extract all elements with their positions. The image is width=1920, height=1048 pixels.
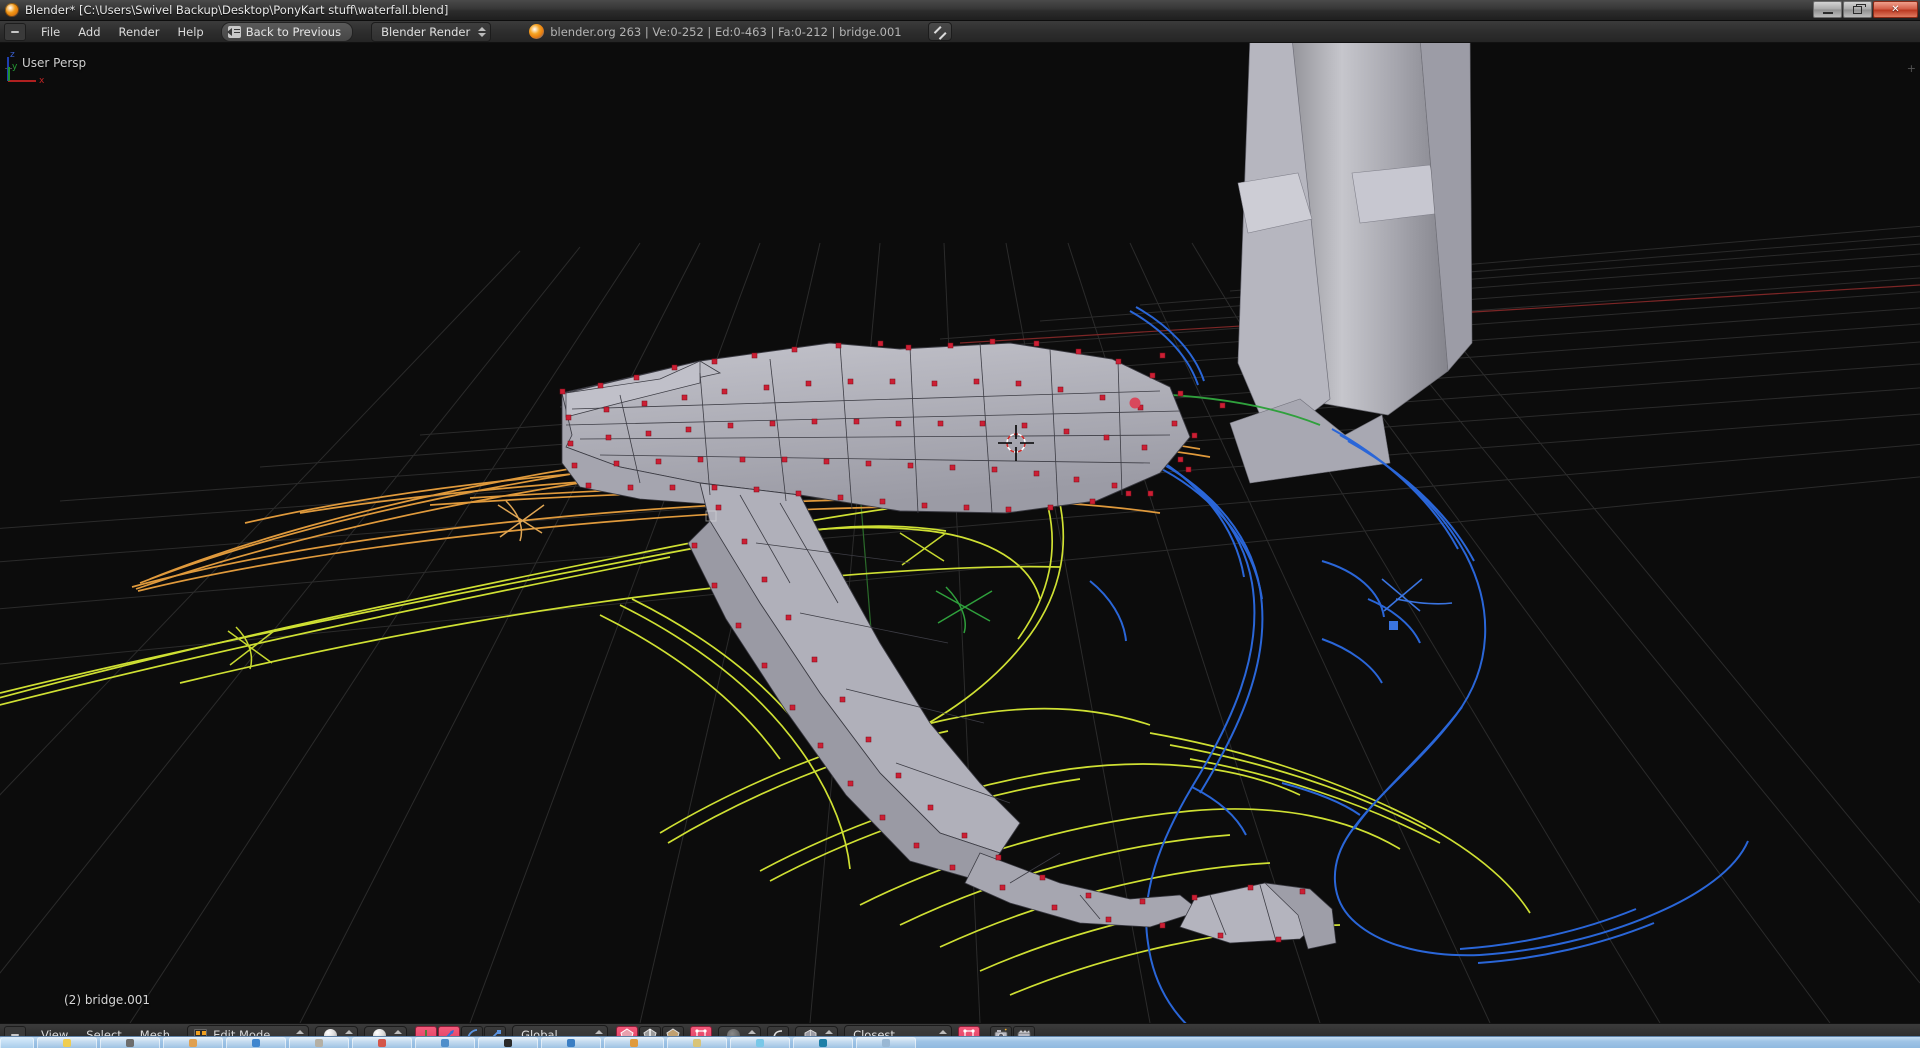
info-editor-icon[interactable] xyxy=(4,22,26,41)
menu-render[interactable]: Render xyxy=(110,23,169,41)
menu-add[interactable]: Add xyxy=(69,23,109,41)
start-button[interactable] xyxy=(0,1037,34,1048)
svg-text:x: x xyxy=(39,76,45,86)
back-to-previous-button[interactable]: Back to Previous xyxy=(220,21,354,42)
blender-window: Blender* [C:\Users\Swivel Backup\Desktop… xyxy=(0,0,1920,1048)
back-arrow-icon xyxy=(226,25,241,38)
3d-viewport[interactable]: User Persp (2) bridge.001 + + x y z xyxy=(0,43,1920,1023)
window-title: Blender* [C:\Users\Swivel Backup\Desktop… xyxy=(25,3,449,17)
windows-taskbar[interactable] xyxy=(0,1036,1920,1048)
taskbar-item-1[interactable] xyxy=(37,1037,97,1048)
origin-marker-green xyxy=(935,586,993,634)
render-engine-value: Blender Render xyxy=(381,24,471,39)
taskbar-item-3[interactable] xyxy=(163,1037,223,1048)
maximize-area-button[interactable] xyxy=(927,22,952,41)
window-title-bar: Blender* [C:\Users\Swivel Backup\Desktop… xyxy=(0,0,1920,21)
curve-object-origin-blue xyxy=(1389,621,1398,630)
taskbar-item-10[interactable] xyxy=(604,1037,664,1048)
back-to-previous-label: Back to Previous xyxy=(245,24,342,39)
taskbar-item-7[interactable] xyxy=(415,1037,475,1048)
taskbar-item-11[interactable] xyxy=(667,1037,727,1048)
restore-button[interactable] xyxy=(1843,1,1872,18)
taskbar-item-2[interactable] xyxy=(100,1037,160,1048)
active-vertex xyxy=(1129,397,1141,409)
taskbar-item-6[interactable] xyxy=(352,1037,412,1048)
taskbar-item-14[interactable] xyxy=(856,1037,916,1048)
scene-statistics-text: blender.org 263 | Ve:0-252 | Ed:0-463 | … xyxy=(550,24,902,39)
taskbar-item-4[interactable] xyxy=(226,1037,286,1048)
minimize-button[interactable] xyxy=(1813,1,1842,18)
svg-text:y: y xyxy=(12,62,18,72)
origin-marker-orange xyxy=(497,500,545,542)
viewport-corner-handle-tr[interactable]: + xyxy=(1907,62,1916,75)
chevron-updown-icon xyxy=(478,26,487,37)
menu-help[interactable]: Help xyxy=(168,23,212,41)
scene-statistics: blender.org 263 | Ve:0-252 | Ed:0-463 | … xyxy=(529,24,902,39)
viewport-canvas xyxy=(0,43,1920,1023)
window-controls: ✕ xyxy=(1813,1,1918,18)
taskbar-item-8[interactable] xyxy=(478,1037,538,1048)
svg-text:z: z xyxy=(10,50,15,60)
blender-logo-icon-small xyxy=(529,24,545,39)
waterfall-pillars xyxy=(1229,43,1473,484)
taskbar-item-13[interactable] xyxy=(793,1037,853,1048)
active-object-label: (2) bridge.001 xyxy=(64,993,151,1007)
taskbar-item-5[interactable] xyxy=(289,1037,349,1048)
axis-gizmo: x y z xyxy=(7,50,45,86)
render-engine-dropdown[interactable]: Blender Render xyxy=(371,21,492,42)
menu-file[interactable]: File xyxy=(32,23,69,41)
origin-marker-blue xyxy=(1381,578,1453,612)
info-header-bar: File Add Render Help Back to Previous Bl… xyxy=(0,21,1920,43)
blender-logo-icon xyxy=(5,3,19,17)
close-button[interactable]: ✕ xyxy=(1873,1,1918,18)
taskbar-item-12[interactable] xyxy=(730,1037,790,1048)
taskbar-item-9[interactable] xyxy=(541,1037,601,1048)
